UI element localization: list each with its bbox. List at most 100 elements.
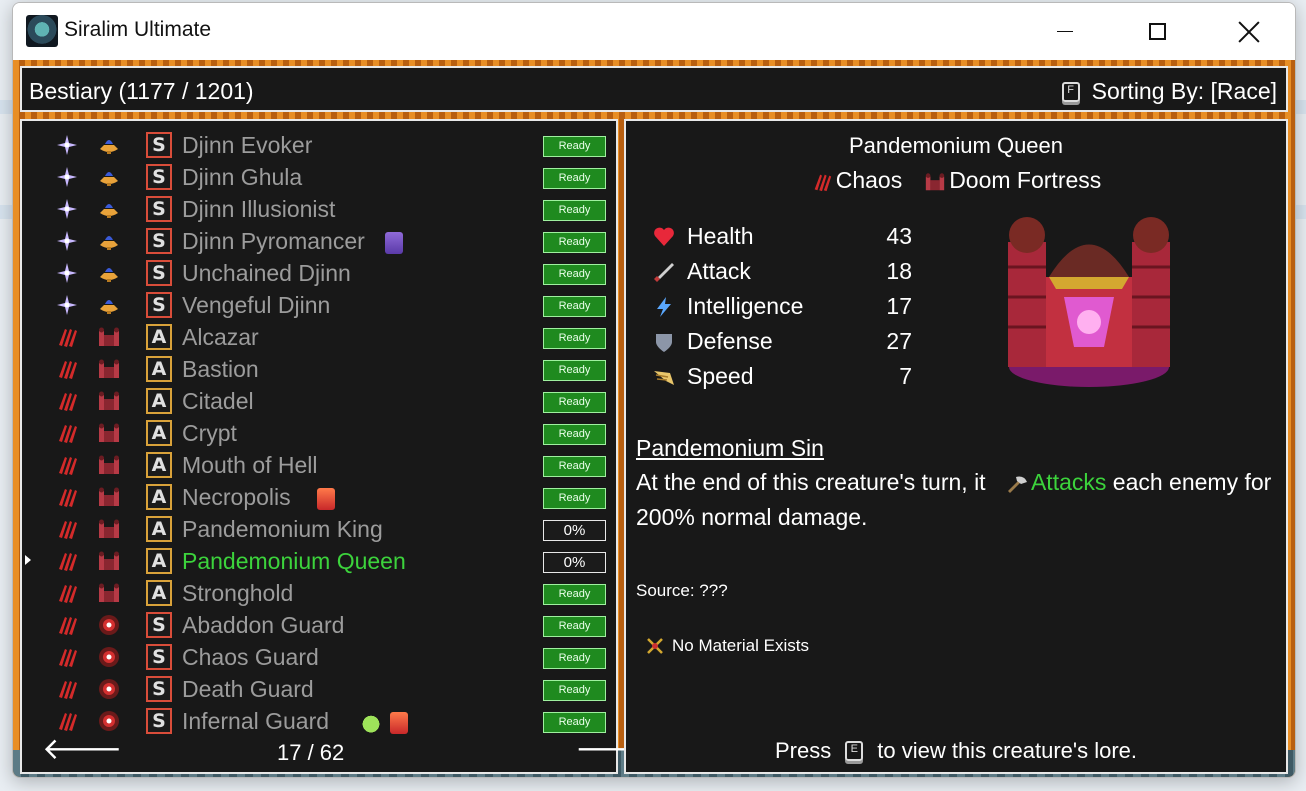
close-icon [1238, 21, 1260, 43]
green-card-icon [362, 712, 381, 734]
chaos-claw-icon [55, 517, 79, 541]
creature-list-panel: S Djinn Evoker Ready S Djinn Ghula Ready S Djin… [20, 119, 655, 774]
status-badge: Ready [543, 328, 606, 349]
rarity-badge-icon: S [146, 612, 172, 638]
page-indicator: 17 / 62 [277, 740, 345, 765]
sparkle-icon [55, 165, 79, 189]
ability-name: Pandemonium Sin [636, 435, 824, 461]
creature-row[interactable]: S Djinn Pyromancer Ready [22, 225, 616, 257]
djinn-lamp-icon [97, 197, 121, 221]
bestiary-title: Bestiary (1177 / 1201) [29, 78, 254, 104]
creature-row[interactable]: S Vengeful Djinn Ready [22, 289, 616, 321]
creature-row[interactable]: A Stronghold Ready [22, 577, 616, 609]
red-card-icon [317, 488, 335, 510]
creature-name-label: Necropolis [182, 484, 291, 510]
chaos-claw-icon [55, 677, 79, 701]
status-badge: 0% [543, 552, 606, 573]
creature-row[interactable]: S Chaos Guard Ready [22, 641, 616, 673]
prev-page-arrow-icon[interactable]: 🡐 [42, 735, 122, 765]
rarity-badge-icon: A [146, 548, 172, 574]
chaos-claw-icon [55, 485, 79, 509]
fortress-icon [926, 173, 945, 191]
status-badge: Ready [543, 200, 606, 221]
creature-row[interactable]: S Djinn Illusionist Ready [22, 193, 616, 225]
status-badge: 0% [543, 520, 606, 541]
creature-row[interactable]: A Citadel Ready [22, 385, 616, 417]
stat-intelligence: Intelligence 17 [652, 291, 912, 323]
creature-name-label: Djinn Illusionist [182, 196, 336, 222]
creature-name-label: Unchained Djinn [182, 260, 351, 286]
creature-row[interactable]: A Mouth of Hell Ready [22, 449, 616, 481]
rarity-badge-icon: A [146, 324, 172, 350]
chaos-claw-icon [55, 549, 79, 573]
title-bar[interactable]: Siralim Ultimate [13, 3, 1295, 60]
fortress-icon [97, 325, 121, 349]
creature-row[interactable]: S Unchained Djinn Ready [22, 257, 616, 289]
status-badge: Ready [543, 648, 606, 669]
rarity-badge-icon: A [146, 484, 172, 510]
creature-name-label: Infernal Guard [182, 708, 330, 734]
minimize-icon [1057, 30, 1073, 33]
status-badge: Ready [543, 488, 606, 509]
crossed-tools-icon [647, 638, 663, 654]
creature-name: Pandemonium Queen [848, 133, 1064, 158]
sword-icon [654, 263, 674, 282]
lightning-icon [657, 297, 671, 317]
creature-name-label: Vengeful Djinn [182, 292, 331, 318]
maximize-button[interactable] [1111, 3, 1203, 60]
creature-row[interactable]: A Crypt Ready [22, 417, 616, 449]
game-viewport: Bestiary (1177 / 1201) F Sorting By: [Ra… [13, 60, 1295, 777]
creature-row[interactable]: A Necropolis Ready [22, 481, 616, 513]
selection-cursor-icon [25, 555, 31, 565]
creature-name-label: Pandemonium King [182, 516, 383, 542]
status-badge: Ready [543, 296, 606, 317]
djinn-lamp-icon [97, 293, 121, 317]
race-trait: Doom Fortress [924, 167, 1101, 194]
lore-hint: Press E to view this creature's lore. [775, 738, 1137, 763]
creature-name-label: Djinn Pyromancer [182, 228, 365, 254]
status-badge: Ready [543, 712, 606, 733]
rarity-badge-icon: A [146, 420, 172, 446]
rarity-badge-icon: A [146, 516, 172, 542]
rarity-badge-icon: S [146, 292, 172, 318]
creature-row[interactable]: A Pandemonium Queen 0% [22, 545, 616, 577]
rarity-badge-icon: S [146, 676, 172, 702]
djinn-lamp-icon [97, 165, 121, 189]
fortress-icon [97, 453, 121, 477]
creature-row[interactable]: A Bastion Ready [22, 353, 616, 385]
sparkle-icon [55, 293, 79, 317]
creature-row[interactable]: A Alcazar Ready [22, 321, 616, 353]
stat-defense: Defense 27 [652, 326, 912, 358]
creature-name-label: Citadel [182, 388, 254, 414]
djinn-lamp-icon [97, 261, 121, 285]
rarity-badge-icon: S [146, 708, 172, 734]
creature-row[interactable]: A Pandemonium King 0% [22, 513, 616, 545]
shield-icon [656, 334, 672, 352]
e-key-icon[interactable]: E [845, 741, 864, 761]
fortress-icon [97, 357, 121, 381]
creature-row[interactable]: S Djinn Ghula Ready [22, 161, 616, 193]
axe-icon [1007, 476, 1027, 493]
fortress-icon [97, 517, 121, 541]
creature-name-label: Mouth of Hell [182, 452, 318, 478]
creature-row[interactable]: S Death Guard Ready [22, 673, 616, 705]
app-window: Siralim Ultimate Bestiary (1177 / 1201) … [12, 2, 1296, 778]
creature-name-label: Djinn Evoker [182, 132, 313, 158]
rarity-badge-icon: S [146, 196, 172, 222]
class-trait: Chaos [811, 167, 902, 194]
guard-shield-icon [97, 677, 121, 701]
close-button[interactable] [1203, 3, 1295, 60]
creature-row[interactable]: S Abaddon Guard Ready [22, 609, 616, 641]
status-badge: Ready [543, 392, 606, 413]
creature-row[interactable]: S Djinn Evoker Ready [22, 129, 616, 161]
stat-health: Health 43 [652, 221, 912, 253]
minimize-button[interactable] [1019, 3, 1111, 60]
creature-traits: Chaos Doom Fortress [626, 167, 1286, 194]
chaos-claw-icon [55, 709, 79, 733]
sort-control[interactable]: F Sorting By: [Race] [1061, 78, 1277, 105]
sort-label: Sorting By: [Race] [1091, 78, 1277, 104]
djinn-lamp-icon [97, 133, 121, 157]
rarity-badge-icon: S [146, 228, 172, 254]
maximize-icon [1148, 23, 1166, 40]
sparkle-icon [55, 133, 79, 157]
